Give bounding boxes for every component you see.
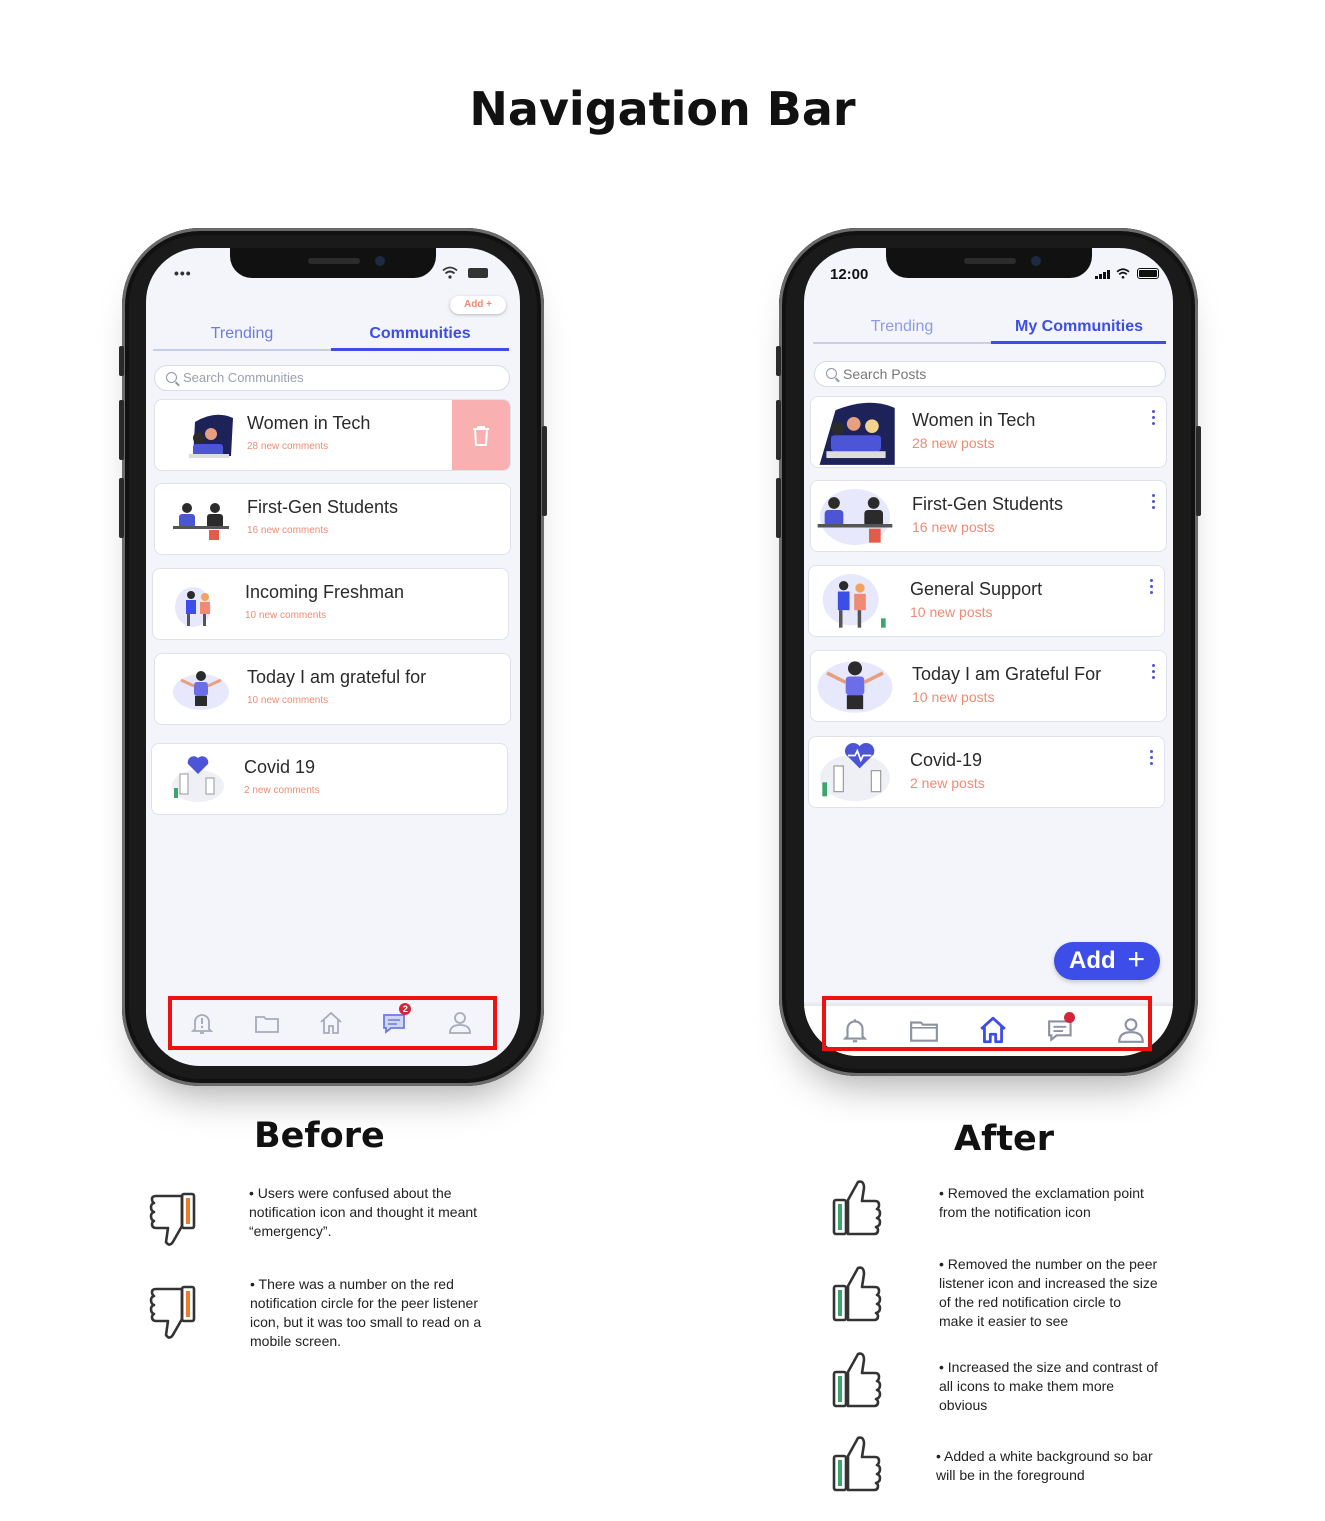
thumbs-down-icon bbox=[149, 1192, 196, 1246]
add-label: Add bbox=[1069, 947, 1116, 974]
community-name: First-Gen Students bbox=[912, 494, 1064, 514]
community-card[interactable]: Covid 19 2 new comments bbox=[151, 743, 508, 815]
community-subtitle: 16 new comments bbox=[247, 525, 329, 536]
community-name: Women in Tech bbox=[912, 410, 1036, 430]
community-card[interactable]: Today I am Grateful For 10 new posts bbox=[810, 650, 1167, 722]
thumbs-up-icon bbox=[832, 1266, 882, 1322]
tab-underline bbox=[813, 342, 991, 344]
community-card[interactable]: Incoming Freshman 10 new comments bbox=[152, 568, 509, 640]
before-note: • Users were confused about the notifica… bbox=[249, 1185, 478, 1239]
after-note: • Increased the size and contrast of all… bbox=[939, 1359, 1158, 1413]
women-in-tech-illustration bbox=[189, 414, 233, 458]
first-gen-students-illustration bbox=[817, 489, 893, 545]
women-in-tech-illustration bbox=[819, 402, 895, 465]
add-community-button[interactable]: Add + bbox=[450, 296, 506, 314]
tab-trending[interactable]: Trending bbox=[174, 325, 310, 343]
community-subtitle: 10 new posts bbox=[912, 689, 995, 705]
before-note: • There was a number on the red notifica… bbox=[250, 1276, 482, 1349]
battery-icon bbox=[1137, 268, 1159, 279]
more-options-icon[interactable] bbox=[1152, 410, 1156, 428]
grateful-illustration bbox=[173, 671, 229, 710]
tab-underline bbox=[153, 349, 331, 351]
community-name: Today I am Grateful For bbox=[912, 664, 1102, 684]
community-card[interactable]: Today I am grateful for 10 new comments bbox=[154, 653, 511, 725]
search-icon bbox=[166, 372, 177, 383]
tab-my-communities[interactable]: My Communities bbox=[994, 318, 1164, 336]
community-subtitle: 28 new comments bbox=[247, 441, 329, 452]
page-title: Navigation Bar bbox=[469, 82, 856, 136]
after-heading: After bbox=[954, 1119, 1055, 1159]
community-subtitle: 2 new posts bbox=[910, 775, 985, 791]
community-name: Women in Tech bbox=[247, 413, 371, 433]
wifi-icon bbox=[1116, 268, 1130, 279]
community-name: Today I am grateful for bbox=[247, 667, 427, 687]
tab-communities[interactable]: Communities bbox=[352, 325, 488, 343]
before-screen: ••• Add + Trending Communities Search Co… bbox=[146, 248, 520, 1066]
community-subtitle: 16 new posts bbox=[912, 519, 995, 535]
community-card[interactable]: First-Gen Students 16 new comments bbox=[154, 483, 511, 555]
community-name: Incoming Freshman bbox=[245, 582, 405, 602]
community-name: Covid-19 bbox=[910, 750, 983, 770]
nav-bar-highlight bbox=[168, 996, 497, 1050]
community-card[interactable]: Women in Tech 28 new comments bbox=[154, 399, 511, 471]
community-subtitle: 2 new comments bbox=[244, 785, 320, 796]
community-card[interactable]: Covid-19 2 new posts bbox=[808, 736, 1165, 808]
search-input[interactable]: Search Posts bbox=[814, 361, 1166, 387]
battery-icon bbox=[468, 268, 488, 278]
community-subtitle: 10 new comments bbox=[247, 695, 329, 706]
thumbs-down-icon bbox=[149, 1285, 196, 1339]
tab-trending[interactable]: Trending bbox=[834, 318, 970, 336]
first-gen-students-illustration bbox=[173, 503, 229, 540]
search-input[interactable]: Search Communities bbox=[154, 365, 510, 391]
more-options-icon[interactable] bbox=[1152, 664, 1156, 682]
add-community-button[interactable]: Add + bbox=[1054, 942, 1160, 980]
signal-icon bbox=[1095, 270, 1111, 279]
more-options-icon[interactable] bbox=[1150, 750, 1154, 768]
plus-icon: + bbox=[1127, 943, 1145, 976]
nav-bar-highlight bbox=[822, 996, 1152, 1051]
community-card[interactable]: First-Gen Students 16 new posts bbox=[810, 480, 1167, 552]
status-time: 12:00 bbox=[830, 266, 869, 283]
community-name: General Support bbox=[910, 579, 1043, 599]
general-support-illustration bbox=[822, 574, 886, 628]
community-name: First-Gen Students bbox=[247, 497, 399, 517]
wifi-icon bbox=[442, 266, 458, 279]
trash-icon bbox=[473, 426, 489, 446]
before-heading: Before bbox=[254, 1116, 385, 1156]
grateful-illustration bbox=[817, 661, 893, 713]
after-note: • Removed the exclamation point from the… bbox=[939, 1185, 1144, 1220]
after-screen: 12:00 Trending My Communities Search Pos… bbox=[804, 248, 1173, 1056]
delete-button[interactable] bbox=[452, 400, 510, 470]
community-name: Covid 19 bbox=[244, 757, 316, 777]
tab-underline-active bbox=[331, 348, 509, 351]
after-note: • Added a white background so bar will b… bbox=[936, 1448, 1153, 1483]
incoming-freshman-illustration bbox=[175, 587, 211, 627]
thumbs-up-icon bbox=[832, 1436, 882, 1492]
community-subtitle: 10 new comments bbox=[245, 610, 327, 621]
community-card[interactable]: Women in Tech 28 new posts bbox=[810, 396, 1167, 468]
after-phone-frame: 12:00 Trending My Communities Search Pos… bbox=[776, 228, 1201, 1076]
thumbs-up-icon bbox=[832, 1352, 882, 1408]
status-dots: ••• bbox=[174, 265, 192, 281]
more-options-icon[interactable] bbox=[1152, 494, 1156, 512]
after-note: • Removed the number on the peer listene… bbox=[939, 1256, 1158, 1329]
community-subtitle: 10 new posts bbox=[910, 604, 993, 620]
covid-illustration bbox=[820, 742, 890, 801]
before-phone-frame: ••• Add + Trending Communities Search Co… bbox=[119, 228, 547, 1086]
more-options-icon[interactable] bbox=[1150, 579, 1154, 597]
tab-underline-active bbox=[991, 341, 1166, 344]
community-subtitle: 28 new posts bbox=[912, 435, 995, 451]
community-card[interactable]: General Support 10 new posts bbox=[808, 565, 1165, 637]
thumbs-up-icon bbox=[832, 1180, 882, 1236]
search-icon bbox=[826, 368, 837, 379]
covid-illustration bbox=[172, 756, 224, 802]
